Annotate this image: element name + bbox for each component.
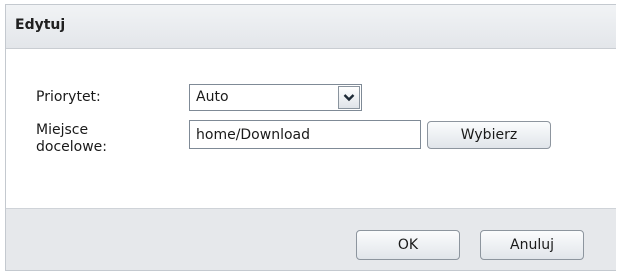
priority-select[interactable]: Auto [189, 84, 362, 111]
dialog-titlebar: Edytuj [6, 5, 616, 49]
browse-button[interactable]: Wybierz [427, 121, 551, 149]
edit-dialog: Edytuj Priorytet: Auto Miejsce docelowe:… [5, 4, 616, 271]
dialog-title: Edytuj [15, 17, 66, 33]
destination-label-line2: docelowe: [36, 139, 107, 155]
chevron-down-icon[interactable] [338, 86, 360, 109]
destination-label-line1: Miejsce [36, 122, 89, 138]
ok-button[interactable]: OK [356, 230, 460, 260]
priority-select-value: Auto [196, 89, 229, 105]
destination-input[interactable] [189, 120, 421, 149]
cancel-button[interactable]: Anuluj [480, 230, 584, 260]
dialog-footer: OK Anuluj [6, 208, 616, 270]
priority-label: Priorytet: [36, 89, 101, 105]
